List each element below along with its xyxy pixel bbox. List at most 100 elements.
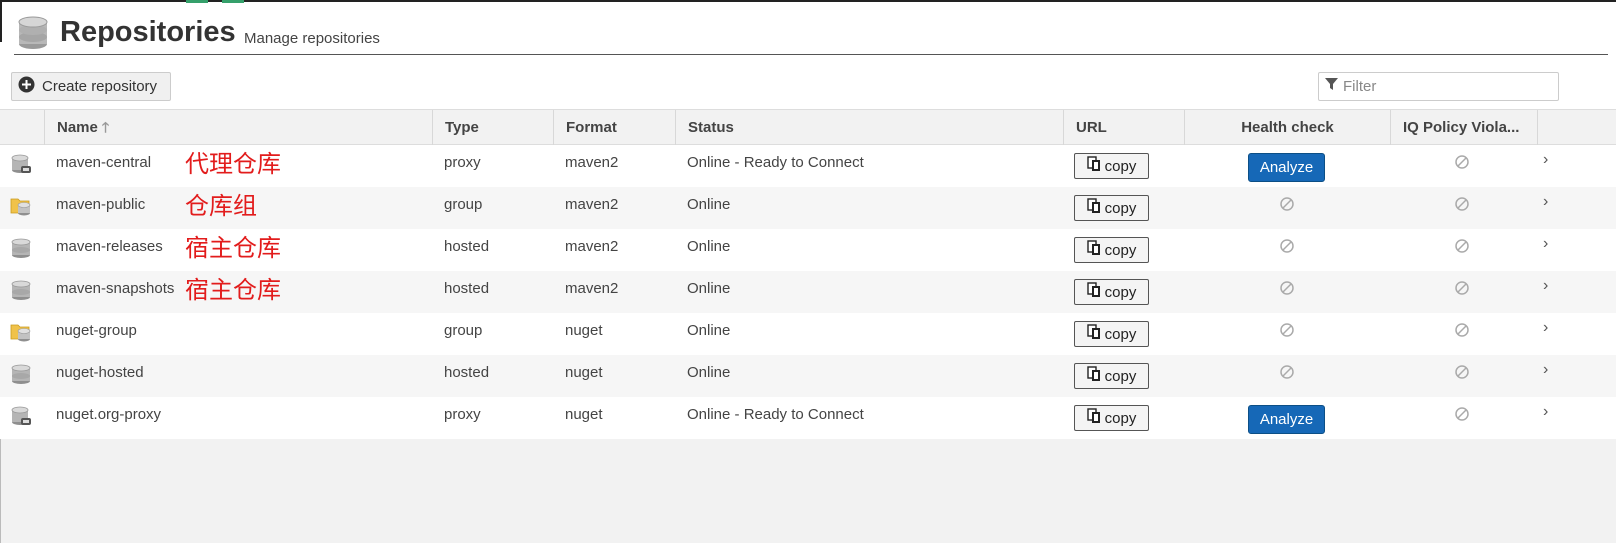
copy-url-button[interactable]: copy	[1074, 153, 1149, 179]
proxy-repo-icon	[10, 405, 36, 431]
not-available-icon	[1279, 322, 1295, 338]
column-header-format[interactable]: Format	[553, 110, 675, 145]
copy-label: copy	[1104, 409, 1137, 427]
column-header-label: Format	[566, 119, 617, 136]
page-subtitle: Manage repositories	[244, 30, 380, 47]
copy-url-button[interactable]: copy	[1074, 237, 1149, 263]
column-header-iq-policy[interactable]: IQ Policy Viola...	[1390, 110, 1538, 145]
filter-input[interactable]	[1343, 78, 1543, 95]
not-available-icon	[1454, 154, 1470, 170]
not-available-icon	[1454, 238, 1470, 254]
top-tab-marker	[186, 0, 208, 3]
annotation-note: 仓库组	[185, 192, 257, 220]
create-repository-label: Create repository	[42, 78, 158, 95]
repo-format: maven2	[565, 280, 619, 297]
copy-icon	[1086, 408, 1105, 428]
chevron-right-icon[interactable]: ›	[1543, 151, 1548, 169]
not-available-icon	[1279, 364, 1295, 380]
chevron-right-icon[interactable]: ›	[1543, 277, 1548, 295]
table-body: maven-central 代理仓库 proxy maven2 Online - Rea…	[0, 145, 1616, 439]
repo-status: Online	[687, 196, 731, 213]
repo-type: hosted	[444, 280, 490, 297]
not-available-icon	[1454, 280, 1470, 296]
repo-name: maven-releases	[56, 238, 163, 255]
not-available-icon	[1454, 364, 1470, 380]
repo-type: proxy	[444, 154, 481, 171]
column-header-spacer	[1537, 110, 1616, 145]
column-header-url[interactable]: URL	[1063, 110, 1185, 145]
create-repository-button[interactable]: Create repository	[11, 72, 171, 101]
repo-name: nuget-hosted	[56, 364, 144, 381]
proxy-repo-icon	[10, 153, 36, 179]
left-border	[0, 0, 2, 42]
table-row[interactable]: nuget-hosted hosted nuget Online copy ›	[0, 355, 1616, 397]
repo-type: hosted	[444, 364, 490, 381]
table-row[interactable]: nuget.org-proxy proxy nuget Online - Ready …	[0, 397, 1616, 439]
column-header-label: IQ Policy Viola...	[1403, 119, 1520, 136]
chevron-right-icon[interactable]: ›	[1543, 319, 1548, 337]
analyze-button[interactable]: Analyze	[1248, 153, 1325, 182]
repo-format: maven2	[565, 196, 619, 213]
column-header-label: Name	[57, 119, 98, 136]
not-available-icon	[1279, 238, 1295, 254]
table-row[interactable]: maven-snapshots 宿主仓库 hosted maven2 Online cop…	[0, 271, 1616, 313]
chevron-right-icon[interactable]: ›	[1543, 361, 1548, 379]
repo-status: Online - Ready to Connect	[687, 406, 864, 423]
annotation-note: 宿主仓库	[185, 276, 281, 304]
repositories-table: Name 🡑 Type Format Status URL Health chec…	[0, 109, 1616, 439]
repo-name: nuget-group	[56, 322, 137, 339]
repo-type: group	[444, 196, 483, 213]
copy-url-button[interactable]: copy	[1074, 195, 1149, 221]
repo-format: maven2	[565, 238, 619, 255]
page-header: Repositories Manage repositories	[14, 14, 1608, 55]
top-tab-marker	[222, 0, 244, 3]
column-header-label: Type	[445, 119, 479, 136]
copy-label: copy	[1104, 325, 1137, 343]
group-repo-icon	[10, 321, 36, 347]
column-header-label: Health check	[1241, 119, 1334, 136]
hosted-repo-icon	[10, 237, 36, 263]
table-row[interactable]: nuget-group group nuget Online copy ›	[0, 313, 1616, 355]
column-header-label: URL	[1076, 119, 1107, 136]
chevron-right-icon[interactable]: ›	[1543, 235, 1548, 253]
repo-name: maven-snapshots	[56, 280, 175, 297]
copy-icon	[1086, 240, 1105, 260]
copy-label: copy	[1104, 283, 1137, 301]
copy-label: copy	[1104, 241, 1137, 259]
not-available-icon	[1454, 406, 1470, 422]
copy-icon	[1086, 282, 1105, 302]
table-row[interactable]: maven-central 代理仓库 proxy maven2 Online - Rea…	[0, 145, 1616, 187]
repo-format: nuget	[565, 322, 603, 339]
repo-name: maven-public	[56, 196, 146, 213]
repo-name: nuget.org-proxy	[56, 406, 162, 423]
page-title: Repositories	[60, 16, 236, 48]
copy-label: copy	[1104, 199, 1137, 217]
copy-icon	[1086, 366, 1105, 386]
column-header-name[interactable]: Name 🡑	[44, 110, 433, 145]
repo-format: nuget	[565, 364, 603, 381]
column-header-type[interactable]: Type	[432, 110, 554, 145]
copy-url-button[interactable]: copy	[1074, 405, 1149, 431]
hosted-repo-icon	[10, 363, 36, 389]
not-available-icon	[1454, 196, 1470, 212]
filter-box[interactable]	[1318, 72, 1559, 101]
column-header-health-check[interactable]: Health check	[1184, 110, 1390, 145]
filter-icon	[1325, 77, 1338, 96]
table-row[interactable]: maven-releases 宿主仓库 hosted maven2 Online copy…	[0, 229, 1616, 271]
not-available-icon	[1454, 322, 1470, 338]
copy-url-button[interactable]: copy	[1074, 363, 1149, 389]
copy-icon	[1086, 198, 1105, 218]
analyze-button[interactable]: Analyze	[1248, 405, 1325, 434]
annotation-note: 代理仓库	[185, 150, 281, 178]
plus-circle-icon	[18, 76, 35, 97]
repo-status: Online	[687, 238, 731, 255]
chevron-right-icon[interactable]: ›	[1543, 403, 1548, 421]
repo-format: maven2	[565, 154, 619, 171]
copy-url-button[interactable]: copy	[1074, 279, 1149, 305]
repo-type: proxy	[444, 406, 481, 423]
repo-status: Online	[687, 322, 731, 339]
table-row[interactable]: maven-public 仓库组 group maven2 Online copy ›	[0, 187, 1616, 229]
copy-url-button[interactable]: copy	[1074, 321, 1149, 347]
chevron-right-icon[interactable]: ›	[1543, 193, 1548, 211]
column-header-status[interactable]: Status	[675, 110, 1063, 145]
